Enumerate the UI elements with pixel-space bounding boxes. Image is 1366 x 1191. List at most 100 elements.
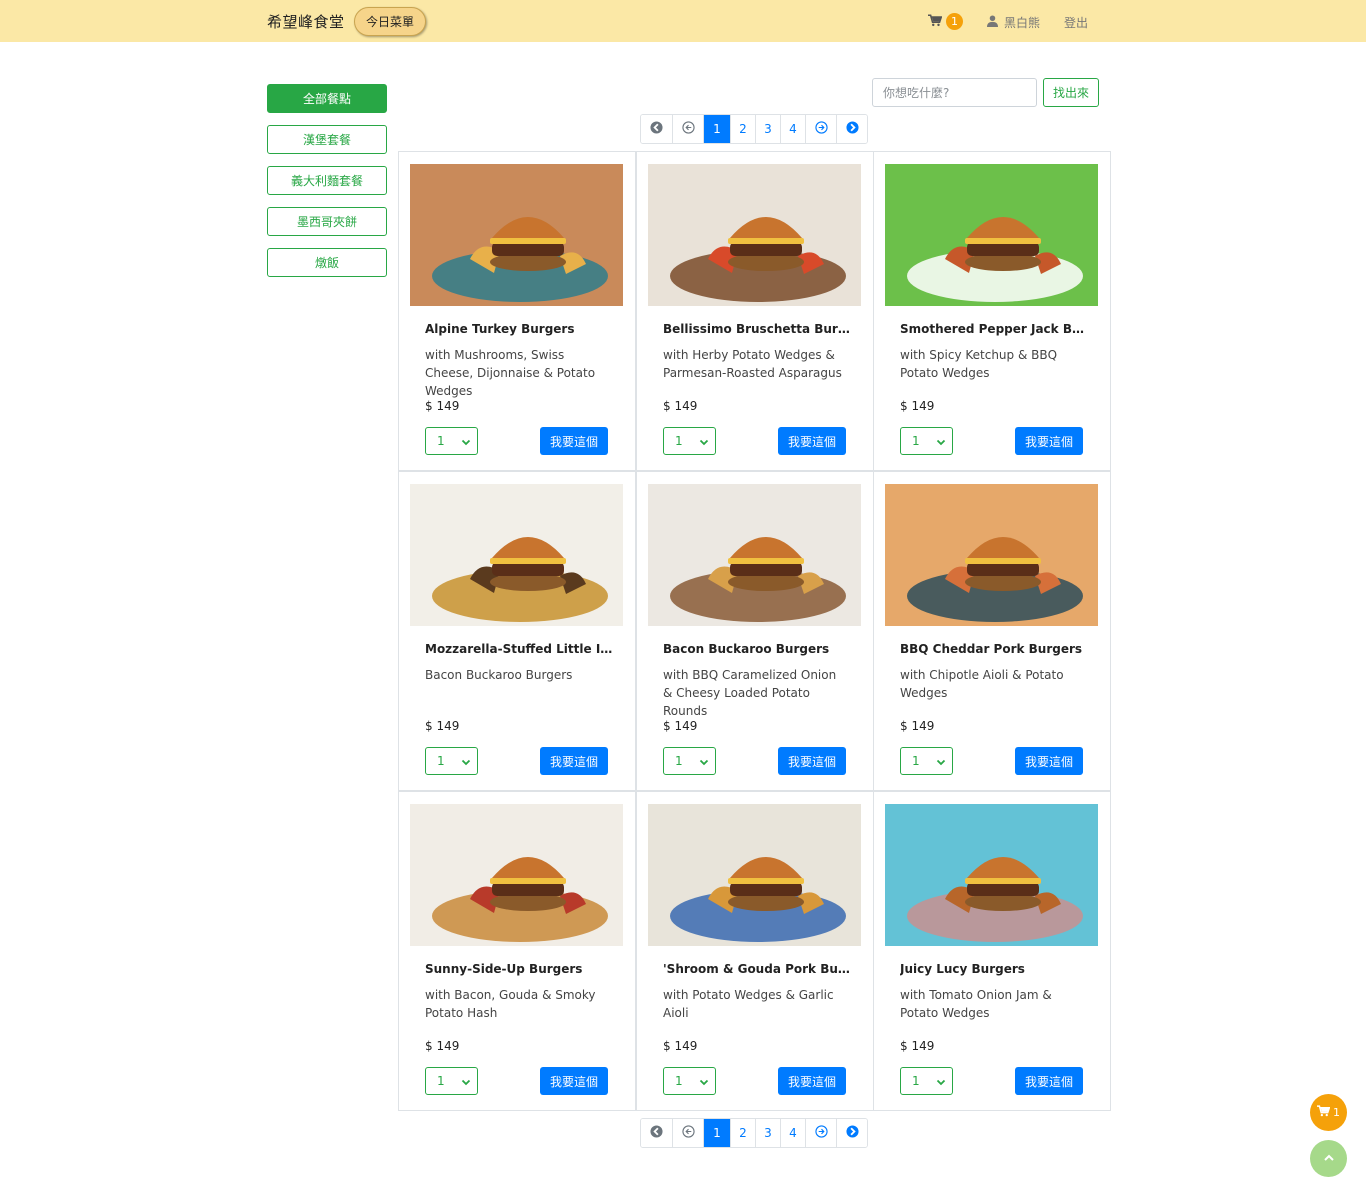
last-page-icon bbox=[845, 121, 859, 137]
category-risotto[interactable]: 燉飯 bbox=[267, 248, 387, 277]
chevron-up-icon bbox=[1323, 1149, 1335, 1168]
floating-cart-button[interactable]: 1 bbox=[1310, 1094, 1347, 1131]
page-1[interactable]: 1 bbox=[703, 1119, 730, 1147]
product-image[interactable] bbox=[885, 484, 1098, 626]
prev-page-button[interactable] bbox=[672, 1119, 703, 1147]
product-card: Smothered Pepper Jack Burgers with Spicy … bbox=[873, 151, 1111, 471]
page-4[interactable]: 4 bbox=[780, 1119, 805, 1147]
add-to-cart-button[interactable]: 我要這個 bbox=[778, 747, 846, 775]
next-page-icon bbox=[814, 121, 828, 137]
product-description: with Potato Wedges & Garlic Aioli bbox=[663, 988, 834, 1020]
first-page-button[interactable] bbox=[641, 115, 672, 143]
quantity-value: 1 bbox=[675, 434, 683, 448]
product-title: 'Shroom & Gouda Pork Burgers bbox=[663, 962, 853, 976]
first-page-icon bbox=[650, 121, 663, 137]
add-to-cart-button[interactable]: 我要這個 bbox=[1015, 1067, 1083, 1095]
add-to-cart-button[interactable]: 我要這個 bbox=[778, 427, 846, 455]
product-card: Alpine Turkey Burgers with Mushrooms, Swi… bbox=[398, 151, 636, 471]
nav-user-link[interactable]: 黑白熊 bbox=[987, 14, 1040, 31]
prev-page-button[interactable] bbox=[672, 115, 703, 143]
today-menu-button[interactable]: 今日菜單 bbox=[354, 7, 426, 36]
first-page-button[interactable] bbox=[641, 1119, 672, 1147]
product-description: with BBQ Caramelized Onion & Cheesy Load… bbox=[663, 668, 837, 718]
product-image[interactable] bbox=[410, 164, 623, 306]
product-card: Juicy Lucy Burgers with Tomato Onion Jam … bbox=[873, 791, 1111, 1111]
product-image[interactable] bbox=[410, 804, 623, 946]
category-burger[interactable]: 漢堡套餐 bbox=[267, 125, 387, 154]
page-1[interactable]: 1 bbox=[703, 115, 730, 143]
chevron-down-icon bbox=[461, 436, 471, 446]
last-page-button[interactable] bbox=[836, 115, 867, 143]
product-title: Bellissimo Bruschetta Burgers bbox=[663, 322, 853, 336]
add-to-cart-button[interactable]: 我要這個 bbox=[540, 747, 608, 775]
page-3[interactable]: 3 bbox=[755, 1119, 780, 1147]
next-page-icon bbox=[814, 1125, 828, 1141]
page-2[interactable]: 2 bbox=[730, 1119, 755, 1147]
product-price: $ 149 bbox=[425, 399, 460, 413]
product-image[interactable] bbox=[648, 164, 861, 306]
back-to-top-button[interactable] bbox=[1310, 1140, 1347, 1177]
quantity-select[interactable]: 1 bbox=[663, 427, 716, 455]
search-button[interactable]: 找出來 bbox=[1043, 78, 1099, 107]
product-image[interactable] bbox=[885, 164, 1098, 306]
chevron-down-icon bbox=[461, 1076, 471, 1086]
product-card: BBQ Cheddar Pork Burgers with Chipotle Ai… bbox=[873, 471, 1111, 791]
quantity-select[interactable]: 1 bbox=[900, 747, 953, 775]
category-pasta[interactable]: 義大利麵套餐 bbox=[267, 166, 387, 195]
chevron-down-icon bbox=[936, 1076, 946, 1086]
product-image[interactable] bbox=[648, 804, 861, 946]
page-3[interactable]: 3 bbox=[755, 115, 780, 143]
product-description: with Herby Potato Wedges & Parmesan-Roas… bbox=[663, 348, 842, 380]
add-to-cart-button[interactable]: 我要這個 bbox=[540, 1067, 608, 1095]
product-description: with Chipotle Aioli & Potato Wedges bbox=[900, 668, 1064, 700]
page-2[interactable]: 2 bbox=[730, 115, 755, 143]
page-4[interactable]: 4 bbox=[780, 115, 805, 143]
quantity-select[interactable]: 1 bbox=[900, 1067, 953, 1095]
quantity-select[interactable]: 1 bbox=[663, 1067, 716, 1095]
product-price: $ 149 bbox=[425, 1039, 460, 1053]
nav-cart-button[interactable]: 1 bbox=[928, 12, 963, 31]
chevron-down-icon bbox=[699, 1076, 709, 1086]
quantity-value: 1 bbox=[912, 1074, 920, 1088]
category-all[interactable]: 全部餐點 bbox=[267, 84, 387, 113]
cart-icon bbox=[928, 12, 943, 31]
add-to-cart-button[interactable]: 我要這個 bbox=[540, 427, 608, 455]
product-price: $ 149 bbox=[663, 399, 698, 413]
product-description: with Bacon, Gouda & Smoky Potato Hash bbox=[425, 988, 596, 1020]
product-title: Alpine Turkey Burgers bbox=[425, 322, 575, 336]
brand-title[interactable]: 希望峰食堂 bbox=[267, 11, 345, 32]
cart-count-badge: 1 bbox=[946, 13, 963, 30]
product-card: Bacon Buckaroo Burgers with BBQ Carameliz… bbox=[636, 471, 874, 791]
first-page-icon bbox=[650, 1125, 663, 1141]
search-input[interactable] bbox=[872, 78, 1037, 107]
last-page-button[interactable] bbox=[836, 1119, 867, 1147]
product-title: BBQ Cheddar Pork Burgers bbox=[900, 642, 1083, 656]
product-title: Mozzarella-Stuffed Little Italy... bbox=[425, 642, 615, 656]
chevron-down-icon bbox=[699, 756, 709, 766]
product-description: with Tomato Onion Jam & Potato Wedges bbox=[900, 988, 1052, 1020]
quantity-select[interactable]: 1 bbox=[425, 1067, 478, 1095]
quantity-value: 1 bbox=[437, 754, 445, 768]
category-taco[interactable]: 墨西哥夾餅 bbox=[267, 207, 387, 236]
quantity-select[interactable]: 1 bbox=[663, 747, 716, 775]
prev-page-icon bbox=[681, 121, 695, 137]
product-card: Bellissimo Bruschetta Burgers with Herby … bbox=[636, 151, 874, 471]
prev-page-icon bbox=[681, 1125, 695, 1141]
logout-link[interactable]: 登出 bbox=[1064, 14, 1088, 31]
product-description: with Mushrooms, Swiss Cheese, Dijonnaise… bbox=[425, 348, 596, 398]
quantity-select[interactable]: 1 bbox=[425, 427, 478, 455]
add-to-cart-button[interactable]: 我要這個 bbox=[1015, 427, 1083, 455]
quantity-select[interactable]: 1 bbox=[425, 747, 478, 775]
quantity-value: 1 bbox=[912, 754, 920, 768]
quantity-value: 1 bbox=[675, 1074, 683, 1088]
quantity-value: 1 bbox=[912, 434, 920, 448]
add-to-cart-button[interactable]: 我要這個 bbox=[1015, 747, 1083, 775]
product-image[interactable] bbox=[410, 484, 623, 626]
quantity-select[interactable]: 1 bbox=[900, 427, 953, 455]
next-page-button[interactable] bbox=[805, 115, 836, 143]
add-to-cart-button[interactable]: 我要這個 bbox=[778, 1067, 846, 1095]
next-page-button[interactable] bbox=[805, 1119, 836, 1147]
product-image[interactable] bbox=[648, 484, 861, 626]
product-description: Bacon Buckaroo Burgers bbox=[425, 668, 573, 682]
product-image[interactable] bbox=[885, 804, 1098, 946]
